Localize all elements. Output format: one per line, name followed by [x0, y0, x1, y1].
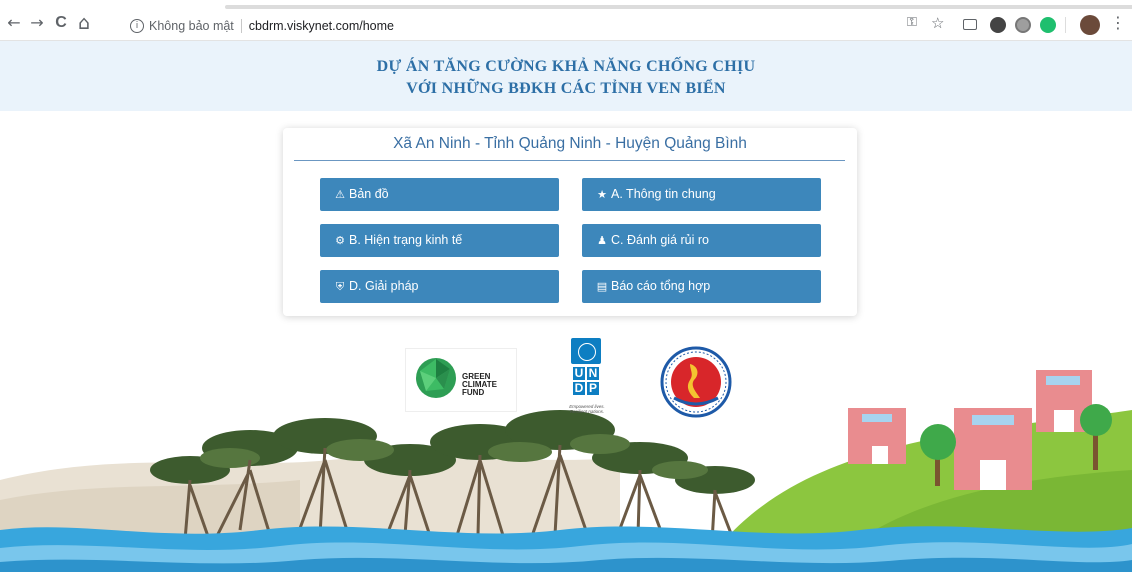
un-emblem-icon: [571, 338, 601, 364]
page-title-line2: VỚI NHỮNG BĐKH CÁC TỈNH VEN BIỂN: [406, 80, 726, 97]
toolbar-divider: [1065, 17, 1066, 33]
back-icon[interactable]: ←: [5, 14, 23, 32]
map-button[interactable]: ⚠ Bản đồ: [320, 178, 559, 211]
risk-assessment-button[interactable]: ♟ C. Đánh giá rủi ro: [582, 224, 821, 257]
green-climate-fund-logo: GREEN CLIMATE FUND: [405, 348, 517, 412]
button-label: C. Đánh giá rủi ro: [611, 233, 709, 247]
security-label: Không bảo mật: [149, 19, 234, 33]
address-bar[interactable]: i Không bảo mật cbdrm.viskynet.com/home: [122, 15, 882, 37]
warning-icon: ⚠: [335, 188, 345, 201]
menu-icon[interactable]: ⋮: [1110, 14, 1126, 32]
ministry-seal-logo: [660, 346, 732, 418]
button-label: A. Thông tin chung: [611, 187, 716, 201]
page-header: DỰ ÁN TĂNG CƯỜNG KHẢ NĂNG CHỐNG CHỊU VỚI…: [0, 41, 1132, 111]
summary-report-button[interactable]: ▤ Báo cáo tổng hợp: [582, 270, 821, 303]
page-title-line1: DỰ ÁN TĂNG CƯỜNG KHẢ NĂNG CHỐNG CHỊU: [376, 58, 756, 75]
divider: [240, 18, 242, 33]
gcf-globe-icon: [416, 358, 456, 398]
button-label: Báo cáo tổng hợp: [611, 279, 711, 293]
home-icon[interactable]: ⌂: [75, 14, 93, 33]
user-icon: ♟: [597, 234, 607, 247]
key-icon[interactable]: ⚿: [907, 14, 917, 32]
divider: [294, 160, 845, 161]
tab-strip: [225, 5, 1132, 9]
info-icon[interactable]: i: [130, 18, 144, 33]
reload-icon[interactable]: C: [52, 14, 70, 32]
seal-icon: [660, 346, 732, 418]
url-text[interactable]: cbdrm.viskynet.com/home: [249, 19, 394, 33]
browser-toolbar: ← → C ⌂ i Không bảo mật cbdrm.viskynet.com…: [0, 0, 1132, 41]
extension-icon[interactable]: [990, 17, 1006, 33]
location-card: Xã An Ninh - Tỉnh Quảng Ninh - Huyện Quả…: [283, 128, 857, 316]
button-label: D. Giải pháp: [349, 279, 419, 293]
grammarly-icon[interactable]: [1040, 17, 1056, 33]
star-icon: ★: [597, 188, 607, 201]
general-info-button[interactable]: ★ A. Thông tin chung: [582, 178, 821, 211]
shield-icon: ⛨: [335, 280, 345, 293]
document-icon: ▤: [596, 280, 608, 293]
bookmark-star-icon[interactable]: ☆: [931, 14, 944, 32]
camera-icon[interactable]: [963, 19, 977, 30]
undp-tagline: Empowered lives. Resilient nations.: [569, 404, 605, 414]
extension-globe-icon[interactable]: [1015, 17, 1031, 33]
forward-icon[interactable]: →: [28, 14, 46, 32]
gcf-text: GREEN CLIMATE FUND: [462, 372, 497, 397]
solutions-button[interactable]: ⛨ D. Giải pháp: [320, 270, 559, 303]
undp-logo: UN DP Empowered lives. Resilient nations.: [565, 338, 609, 420]
undp-letters: UN DP: [573, 366, 599, 395]
gears-icon: ⚙: [335, 234, 345, 247]
economic-status-button[interactable]: ⚙ B. Hiện trạng kinh tế: [320, 224, 559, 257]
button-label: Bản đồ: [349, 187, 389, 201]
profile-avatar[interactable]: [1080, 15, 1100, 35]
button-label: B. Hiện trạng kinh tế: [349, 233, 463, 247]
location-title: Xã An Ninh - Tỉnh Quảng Ninh - Huyện Quả…: [393, 135, 747, 152]
